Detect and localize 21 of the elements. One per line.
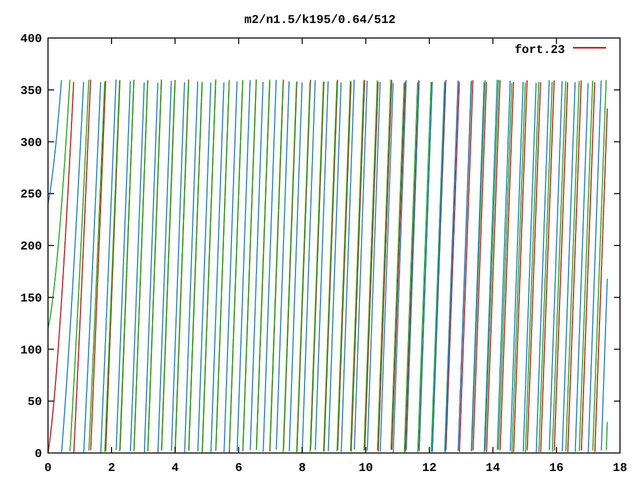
axis-tick-label: 4 bbox=[172, 461, 179, 475]
axis-tick-label: 14 bbox=[486, 461, 500, 475]
chart-title: m2/n1.5/k195/0.64/512 bbox=[244, 13, 396, 27]
axis-tick-label: 10 bbox=[358, 461, 373, 475]
axis-tick-label: 50 bbox=[28, 395, 42, 410]
axis-tick-label: 150 bbox=[20, 291, 42, 306]
axis-tick-label: 0 bbox=[44, 461, 52, 475]
axis-tick-label: 0 bbox=[34, 447, 42, 461]
axis-tick-label: 16 bbox=[549, 461, 564, 475]
axis-tick-label: 8 bbox=[298, 461, 306, 475]
axis-tick-label: 200 bbox=[20, 240, 42, 254]
axis-tick-label: 300 bbox=[20, 136, 42, 150]
axis-tick-label: 250 bbox=[20, 188, 42, 202]
legend-label: fort.23 bbox=[514, 43, 565, 57]
axis-tick-label: 100 bbox=[20, 343, 42, 358]
axis-tick-label: 400 bbox=[20, 32, 42, 46]
axis-tick-label: 18 bbox=[612, 461, 628, 475]
axis-tick-label: 2 bbox=[108, 461, 116, 475]
axis-tick-label: 350 bbox=[20, 84, 42, 98]
axis-tick-label: 6 bbox=[235, 461, 242, 475]
axis-tick-label: 12 bbox=[422, 461, 437, 475]
